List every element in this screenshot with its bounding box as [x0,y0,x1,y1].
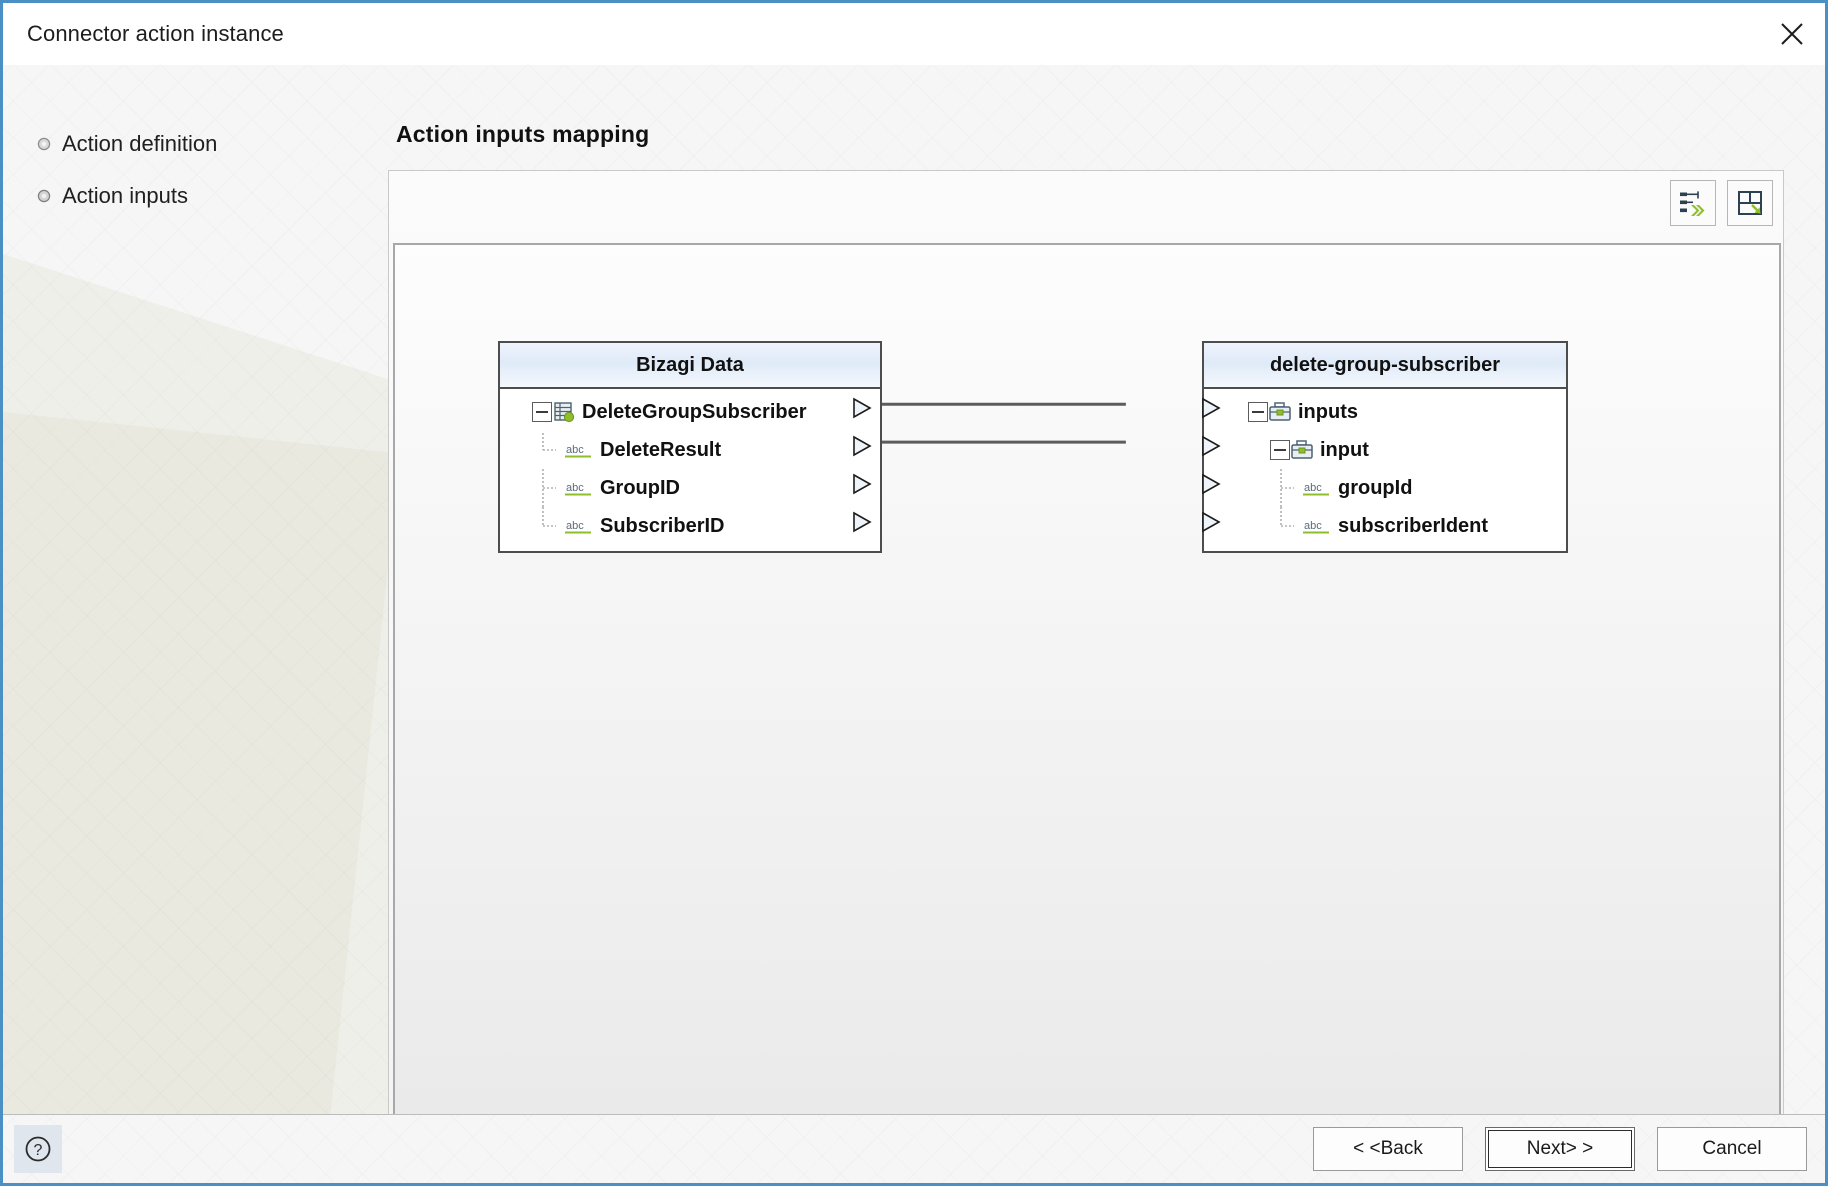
connector-action-instance-dialog: Connector action instance Action definit… [0,0,1828,1186]
collapse-expander-icon[interactable] [532,402,552,422]
target-row-label: groupId [1338,477,1412,500]
target-row-label: input [1320,439,1369,462]
target-row-inputs[interactable]: inputs [1204,393,1566,431]
dialog-footer: ? < <Back Next> > Cancel [3,1114,1825,1183]
entity-icon [552,401,576,423]
target-box-title: delete-group-subscriber [1270,354,1500,377]
main-panel: Action inputs mapping [388,65,1825,1121]
wizard-steps-sidebar: Action definition Action inputs [3,65,388,1121]
dialog-titlebar: Connector action instance [3,3,1825,65]
target-row-groupid[interactable]: abc groupId [1204,469,1566,507]
tree-branch-icon [1280,469,1302,507]
svg-text:abc: abc [1304,482,1322,494]
step-bullet-icon [37,189,51,203]
target-row-subscriberident[interactable]: abc subscriberIdent [1204,507,1566,545]
target-box-rows: inputs [1204,389,1566,551]
briefcase-icon [1290,439,1314,461]
target-row-input[interactable]: input [1204,431,1566,469]
source-row-label: DeleteResult [600,439,721,462]
target-row-label: subscriberIdent [1338,515,1488,538]
sidebar-step-label: Action inputs [62,183,188,209]
sidebar-step-action-definition[interactable]: Action definition [37,127,388,161]
expand-layout-icon[interactable] [1727,180,1773,226]
svg-text:abc: abc [566,444,584,456]
next-button[interactable]: Next> > [1485,1127,1635,1171]
target-mapping-box[interactable]: delete-group-subscriber [1202,341,1568,553]
collapse-expander-icon[interactable] [1270,440,1290,460]
help-icon[interactable]: ? [14,1125,62,1173]
cancel-button[interactable]: Cancel [1657,1127,1807,1171]
source-row-label: GroupID [600,477,680,500]
sidebar-step-action-inputs[interactable]: Action inputs [37,179,388,213]
svg-text:abc: abc [1304,520,1322,532]
dialog-body: Action definition Action inputs Action i… [3,65,1825,1121]
dialog-title: Connector action instance [27,21,284,47]
source-row-deleteresult[interactable]: abc DeleteResult [500,431,880,469]
source-row-deletegroupsubscriber[interactable]: DeleteGroupSubscriber [500,393,880,431]
source-mapping-box[interactable]: Bizagi Data [498,341,882,553]
page-title: Action inputs mapping [396,121,649,148]
tree-branch-icon [1280,507,1302,545]
svg-text:abc: abc [566,482,584,494]
source-box-header: Bizagi Data [500,343,880,389]
back-button[interactable]: < <Back [1313,1127,1463,1171]
auto-map-icon[interactable] [1670,180,1716,226]
source-box-title: Bizagi Data [636,354,744,377]
source-row-groupid[interactable]: abc GroupID [500,469,880,507]
svg-text:abc: abc [566,520,584,532]
source-box-rows: DeleteGroupSubscriber [500,389,880,551]
abc-icon: abc [1302,478,1332,498]
abc-icon: abc [1302,516,1332,536]
tree-branch-icon [542,469,564,507]
tree-branch-icon [542,507,564,545]
svg-text:?: ? [34,1142,43,1159]
abc-icon: abc [564,440,594,460]
footer-button-group: < <Back Next> > Cancel [1313,1127,1807,1171]
sidebar-step-label: Action definition [62,131,217,157]
target-box-header: delete-group-subscriber [1204,343,1566,389]
briefcase-icon [1268,401,1292,423]
source-row-subscriberid[interactable]: abc SubscriberID [500,507,880,545]
close-icon[interactable] [1759,3,1825,65]
abc-icon: abc [564,516,594,536]
mapping-canvas[interactable]: Bizagi Data [393,243,1781,1119]
collapse-expander-icon[interactable] [1248,402,1268,422]
mapper-toolbar [1670,180,1773,226]
source-row-label: DeleteGroupSubscriber [582,401,807,424]
abc-icon: abc [564,478,594,498]
mapper-container: Bizagi Data [388,170,1784,1121]
tree-branch-icon [542,431,564,469]
target-row-label: inputs [1298,401,1358,424]
step-bullet-icon [37,137,51,151]
source-row-label: SubscriberID [600,515,724,538]
